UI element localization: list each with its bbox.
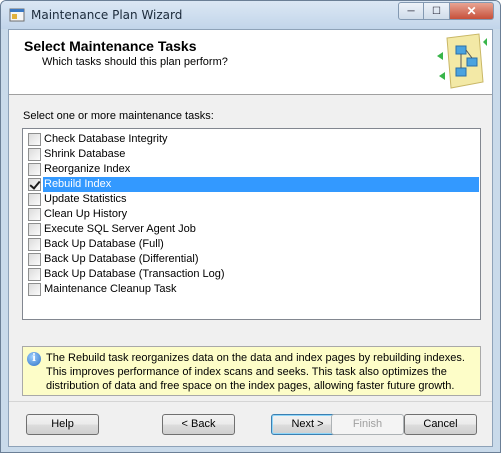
task-label[interactable]: Shrink Database: [43, 147, 479, 162]
cancel-button[interactable]: Cancel: [404, 414, 477, 435]
window-title: Maintenance Plan Wizard: [31, 8, 183, 22]
task-item[interactable]: Maintenance Cleanup Task: [24, 282, 479, 297]
title-bar[interactable]: Maintenance Plan Wizard ─ ☐ ✕: [1, 1, 500, 29]
wizard-flowchart-icon: [437, 33, 487, 89]
task-label[interactable]: Maintenance Cleanup Task: [43, 282, 479, 297]
task-checkbox[interactable]: [28, 178, 41, 191]
task-label[interactable]: Back Up Database (Differential): [43, 252, 479, 267]
task-list-label: Select one or more maintenance tasks:: [23, 110, 214, 122]
task-checkbox[interactable]: [28, 268, 41, 281]
page-title: Select Maintenance Tasks: [24, 38, 197, 54]
task-item[interactable]: Back Up Database (Differential): [24, 252, 479, 267]
task-label[interactable]: Back Up Database (Transaction Log): [43, 267, 479, 282]
wizard-window: Maintenance Plan Wizard ─ ☐ ✕ Select Mai…: [0, 0, 501, 453]
task-checkbox[interactable]: [28, 223, 41, 236]
task-item[interactable]: Shrink Database: [24, 147, 479, 162]
task-item[interactable]: Clean Up History: [24, 207, 479, 222]
back-button[interactable]: < Back: [162, 414, 235, 435]
task-checkbox[interactable]: [28, 148, 41, 161]
task-checkbox[interactable]: [28, 193, 41, 206]
task-item[interactable]: Back Up Database (Full): [24, 237, 479, 252]
task-item[interactable]: Execute SQL Server Agent Job: [24, 222, 479, 237]
task-description-text: The Rebuild task reorganizes data on the…: [46, 352, 465, 392]
page-subtitle: Which tasks should this plan perform?: [42, 56, 228, 68]
task-label[interactable]: Check Database Integrity: [43, 132, 479, 147]
wizard-app-icon: [9, 8, 25, 22]
wizard-header: Select Maintenance Tasks Which tasks sho…: [9, 30, 492, 95]
info-icon: i: [27, 352, 41, 366]
task-checkbox[interactable]: [28, 238, 41, 251]
task-checkbox[interactable]: [28, 208, 41, 221]
task-checkbox[interactable]: [28, 283, 41, 296]
task-item[interactable]: Update Statistics: [24, 192, 479, 207]
task-item[interactable]: Rebuild Index: [24, 177, 479, 192]
finish-button[interactable]: Finish: [331, 414, 404, 435]
help-button[interactable]: Help: [26, 414, 99, 435]
task-item[interactable]: Reorganize Index: [24, 162, 479, 177]
task-checkbox[interactable]: [28, 163, 41, 176]
task-checkbox[interactable]: [28, 253, 41, 266]
task-item[interactable]: Check Database Integrity: [24, 132, 479, 147]
task-description-panel: i The Rebuild task reorganizes data on t…: [22, 346, 481, 396]
task-label[interactable]: Update Statistics: [43, 192, 479, 207]
caption-buttons: ─ ☐ ✕: [398, 2, 494, 21]
task-item[interactable]: Back Up Database (Transaction Log): [24, 267, 479, 282]
task-checklist[interactable]: Check Database Integrity Shrink Database R…: [22, 128, 481, 320]
close-button[interactable]: ✕: [450, 2, 494, 20]
minimize-button[interactable]: ─: [398, 2, 424, 20]
task-checkbox[interactable]: [28, 133, 41, 146]
task-label[interactable]: Reorganize Index: [43, 162, 479, 177]
task-label[interactable]: Rebuild Index: [43, 177, 479, 192]
task-label[interactable]: Back Up Database (Full): [43, 237, 479, 252]
task-label[interactable]: Clean Up History: [43, 207, 479, 222]
task-label[interactable]: Execute SQL Server Agent Job: [43, 222, 479, 237]
maximize-button[interactable]: ☐: [424, 2, 450, 20]
wizard-client-area: Select Maintenance Tasks Which tasks sho…: [8, 29, 493, 447]
footer-divider: [9, 401, 492, 402]
